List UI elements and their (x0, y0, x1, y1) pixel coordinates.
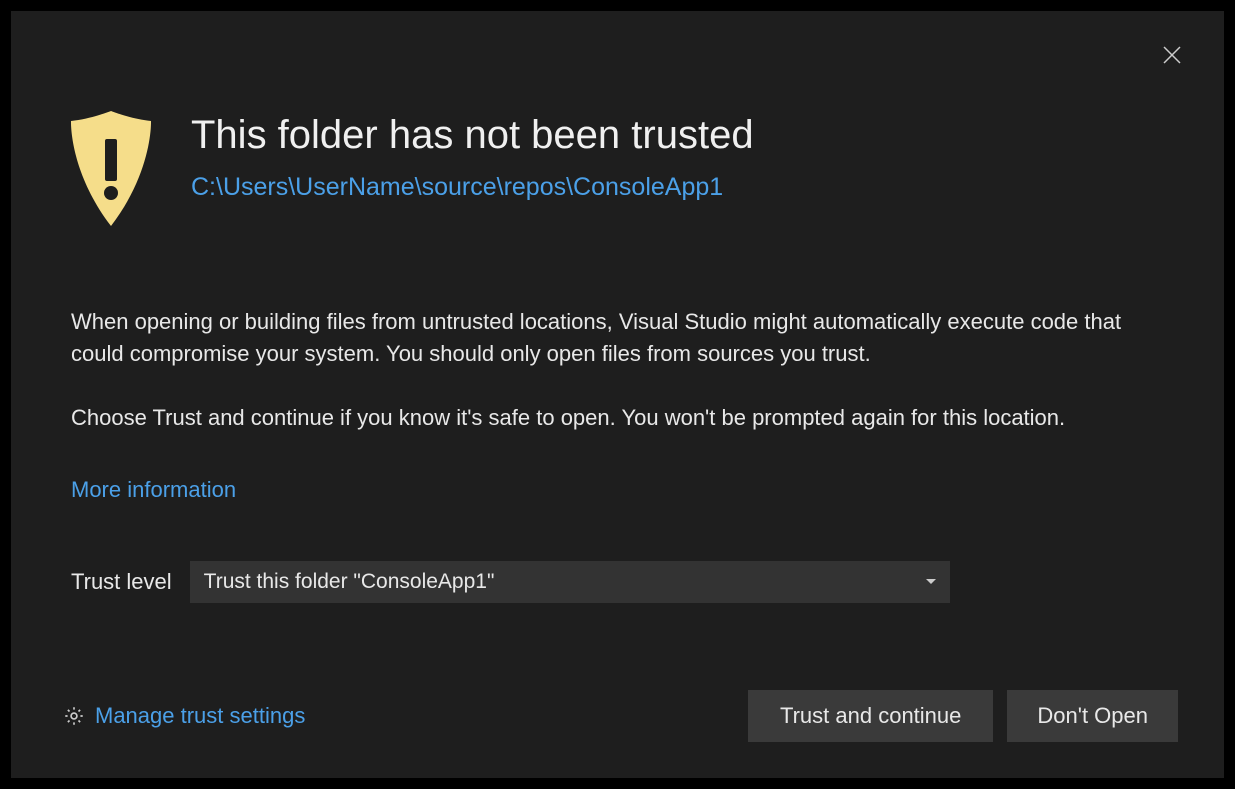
header-text-group: This folder has not been trusted C:\User… (191, 111, 754, 202)
trust-level-dropdown[interactable]: Trust this folder "ConsoleApp1" (190, 561, 950, 603)
dialog-title: This folder has not been trusted (191, 111, 754, 159)
more-information-link[interactable]: More information (71, 474, 236, 506)
trust-and-continue-button[interactable]: Trust and continue (748, 690, 993, 742)
close-button[interactable] (1156, 39, 1188, 71)
manage-settings-label: Manage trust settings (95, 703, 305, 729)
dialog-header: This folder has not been trusted C:\User… (11, 11, 1224, 226)
warning-paragraph-2: Choose Trust and continue if you know it… (71, 402, 1164, 434)
gear-icon (63, 705, 85, 727)
dont-open-button[interactable]: Don't Open (1007, 690, 1178, 742)
dialog-body: When opening or building files from untr… (11, 226, 1224, 506)
trust-dialog: This folder has not been trusted C:\User… (10, 10, 1225, 779)
shield-warning-icon (61, 111, 161, 226)
chevron-down-icon (926, 579, 936, 584)
warning-paragraph-1: When opening or building files from untr… (71, 306, 1164, 370)
trust-level-label: Trust level (71, 569, 172, 595)
manage-trust-settings-link[interactable]: Manage trust settings (63, 703, 305, 729)
trust-level-row: Trust level Trust this folder "ConsoleAp… (11, 506, 1224, 603)
dialog-footer: Manage trust settings Trust and continue… (11, 690, 1224, 742)
button-group: Trust and continue Don't Open (748, 690, 1178, 742)
folder-path: C:\Users\UserName\source\repos\ConsoleAp… (191, 173, 754, 202)
trust-dropdown-value: Trust this folder "ConsoleApp1" (204, 570, 495, 594)
close-icon (1160, 43, 1184, 67)
